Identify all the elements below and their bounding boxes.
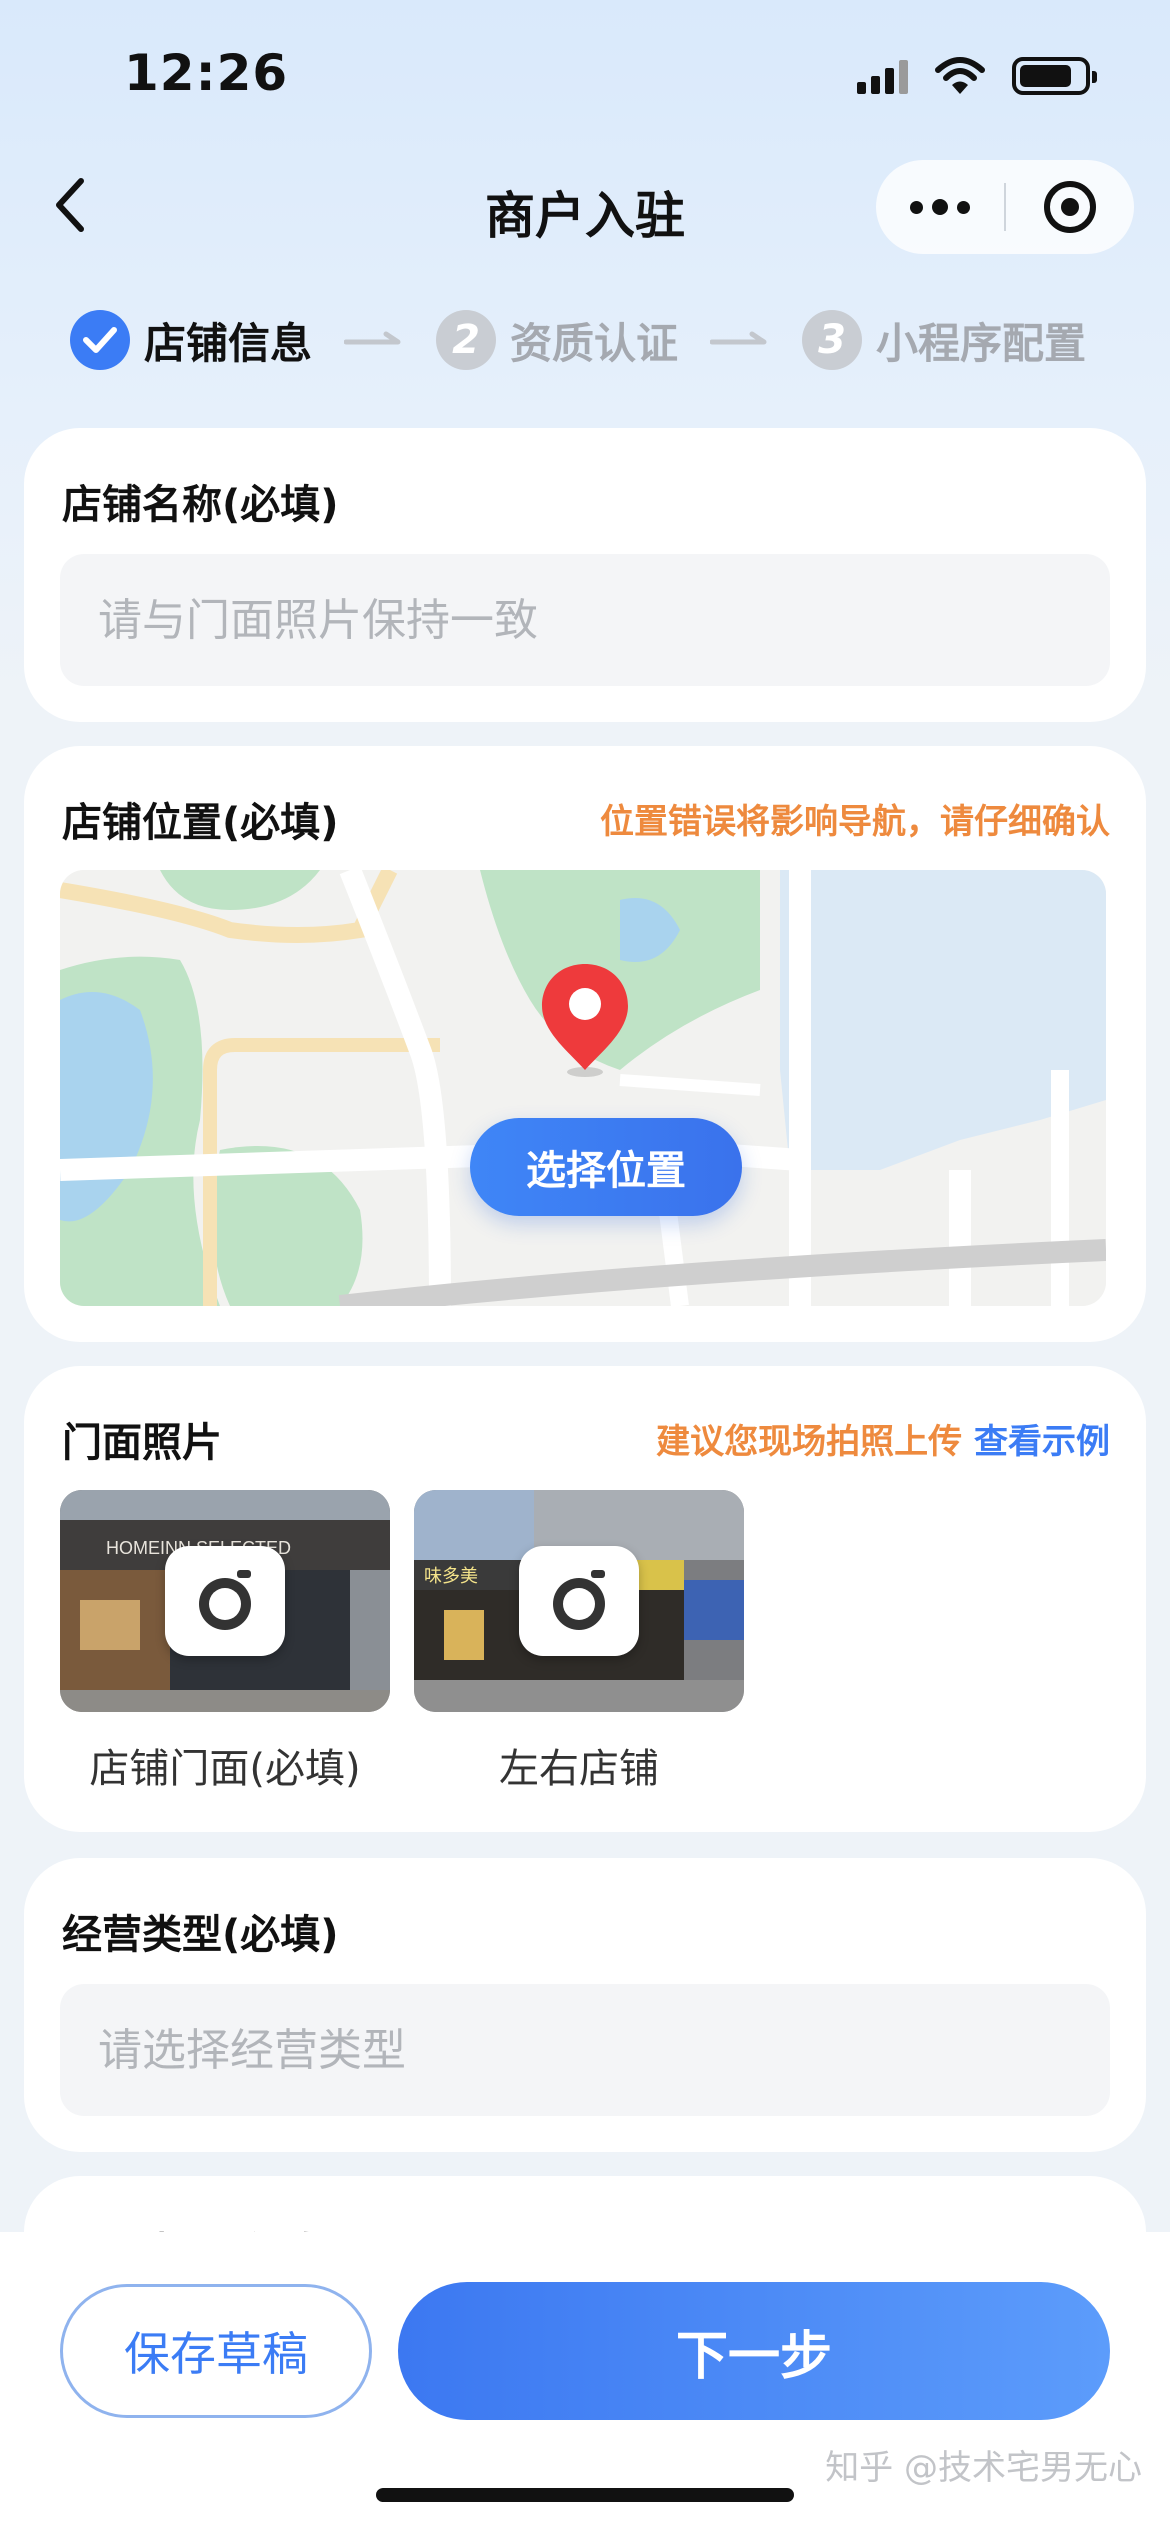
home-indicator[interactable] — [376, 2488, 794, 2502]
view-example-link[interactable]: 查看示例 — [974, 1422, 1110, 1462]
arrow-right-icon — [692, 320, 788, 360]
photo-hint-text: 建议您现场拍照上传 — [656, 1422, 963, 1462]
store-name-input[interactable] — [60, 554, 1110, 686]
next-step-button[interactable]: 下一步 — [398, 2282, 1110, 2420]
step-number-badge: 2 — [436, 310, 497, 370]
storefront-photo-caption: 店铺门面(必填) — [89, 1746, 361, 1792]
step-number-badge: 3 — [802, 310, 863, 370]
storefront-photos-card: 门面照片 建议您现场拍照上传 查看示例 HOMEINN SELECTED 店铺门… — [24, 1366, 1146, 1832]
business-type-card: 经营类型(必填) — [24, 1858, 1146, 2152]
storefront-photo-upload[interactable]: HOMEINN SELECTED — [60, 1490, 390, 1712]
close-mini-program-button[interactable] — [1006, 160, 1134, 254]
watermark: 知乎 @技术宅男无心 — [825, 2448, 1142, 2488]
store-name-label: 店铺名称(必填) — [62, 482, 339, 528]
mini-program-capsule — [876, 160, 1134, 254]
location-map[interactable]: 选择位置 — [60, 870, 1106, 1306]
battery-icon — [1012, 57, 1097, 95]
step-label: 店铺信息 — [144, 318, 313, 368]
more-dot-icon — [932, 199, 948, 215]
target-circle-icon — [1044, 181, 1096, 233]
business-type-label: 经营类型(必填) — [62, 1912, 339, 1958]
step-store-info: 店铺信息 — [70, 310, 312, 371]
map-background — [60, 870, 1106, 1306]
camera-icon — [519, 1546, 639, 1656]
save-draft-button[interactable]: 保存草稿 — [60, 2284, 372, 2418]
camera-icon — [165, 1546, 285, 1656]
photo-hint: 建议您现场拍照上传 查看示例 — [656, 1414, 1110, 1463]
neighbor-shops-photo-upload[interactable]: 味多美 — [414, 1490, 744, 1712]
location-warning-hint: 位置错误将影响导航，请仔细确认 — [600, 802, 1110, 842]
more-dot-icon — [910, 200, 923, 214]
more-dot-icon — [957, 200, 970, 214]
select-location-button[interactable]: 选择位置 — [470, 1118, 742, 1216]
status-time: 12:26 — [124, 44, 289, 102]
status-icons — [857, 56, 1097, 96]
step-label: 小程序配置 — [876, 318, 1087, 368]
business-type-select[interactable] — [60, 1984, 1110, 2116]
wifi-icon — [935, 57, 985, 94]
more-button[interactable] — [876, 160, 1004, 254]
location-pin-icon — [542, 964, 628, 1077]
storefront-photos-label: 门面照片 — [62, 1420, 222, 1466]
step-qualification: 2 资质认证 — [436, 310, 678, 371]
step-mini-program-config: 3 小程序配置 — [802, 310, 1086, 371]
arrow-right-icon — [326, 320, 422, 360]
step-label: 资质认证 — [510, 318, 679, 368]
bottom-action-bar: 保存草稿 下一步 知乎 @技术宅男无心 — [0, 2232, 1170, 2532]
store-location-label: 店铺位置(必填) — [62, 800, 339, 846]
check-icon — [70, 310, 130, 370]
neighbor-sign-text: 味多美 — [424, 1566, 478, 1587]
status-bar: 12:26 — [0, 0, 1170, 150]
store-location-card: 店铺位置(必填) 位置错误将影响导航，请仔细确认 选择位置 — [24, 746, 1146, 1342]
business-type-field — [60, 1984, 1110, 2116]
store-name-card: 店铺名称(必填) — [24, 428, 1146, 722]
cellular-signal-icon — [857, 58, 908, 94]
progress-steps: 店铺信息 2 资质认证 3 小程序配置 — [70, 306, 1130, 374]
store-name-field — [60, 554, 1110, 686]
neighbor-shops-photo-caption: 左右店铺 — [499, 1746, 659, 1792]
